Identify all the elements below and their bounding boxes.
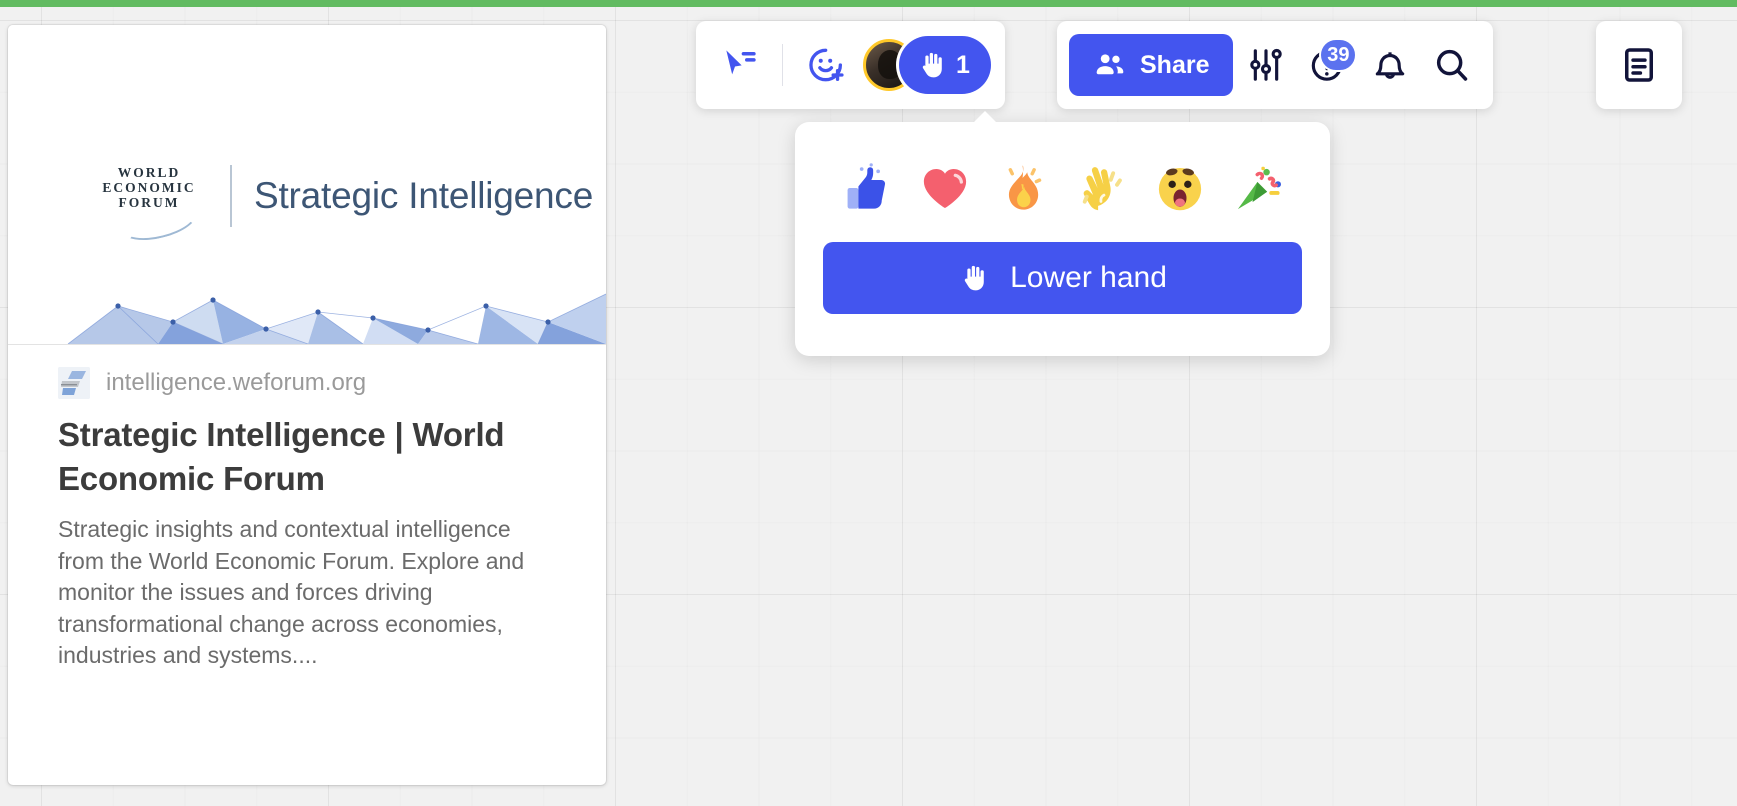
lockup-title: Strategic Intelligence xyxy=(254,175,594,216)
reactions-popover: Lower hand xyxy=(795,111,1330,356)
waving-hand-emoji xyxy=(1082,167,1122,211)
card-body: intelligence.weforum.org Strategic Intel… xyxy=(8,345,606,672)
notifications-button[interactable] xyxy=(1361,36,1419,94)
raised-hand-icon xyxy=(964,265,984,291)
astonished-face-emoji-button[interactable] xyxy=(1149,157,1211,219)
polygon-mesh-graphic xyxy=(67,293,606,344)
main-toolbar: 1 xyxy=(696,21,1005,109)
wef-logo-line-2: ECONOMIC xyxy=(102,180,196,195)
document-lines-icon xyxy=(1625,48,1653,82)
search-button[interactable] xyxy=(1423,36,1481,94)
party-popper-emoji-button[interactable] xyxy=(1228,157,1290,219)
bell-icon xyxy=(1376,52,1405,79)
settings-button[interactable] xyxy=(1237,36,1295,94)
heart-emoji-button[interactable] xyxy=(914,157,976,219)
fire-emoji xyxy=(1008,165,1042,210)
wef-logo-line-1: WORLD xyxy=(117,165,181,180)
card-source-url: intelligence.weforum.org xyxy=(106,369,367,396)
help-button[interactable]: 39 xyxy=(1299,36,1358,94)
actions-toolbar: Share 39 xyxy=(1057,21,1494,109)
wef-logo-lockup: WORLD ECONOMIC FORUM Strategic Intellige… xyxy=(90,165,594,247)
card-description: Strategic insights and contextual intell… xyxy=(58,516,525,669)
wef-logo-icon: WORLD ECONOMIC FORUM xyxy=(90,165,208,247)
fire-emoji-button[interactable] xyxy=(992,157,1054,219)
participants-stack: 1 xyxy=(863,36,991,94)
share-button-label: Share xyxy=(1140,50,1210,79)
notes-panel-button[interactable] xyxy=(1610,36,1668,94)
logo-divider xyxy=(230,165,232,227)
favicon-icon xyxy=(58,367,90,399)
party-popper-emoji xyxy=(1237,166,1281,210)
notes-toolbar xyxy=(1596,21,1682,109)
top-accent-bar xyxy=(0,0,1737,7)
help-badge-count: 39 xyxy=(1319,38,1358,72)
waving-hand-emoji-button[interactable] xyxy=(1071,157,1133,219)
heart-emoji xyxy=(923,169,966,209)
sliders-icon xyxy=(1250,48,1283,81)
pointer-select-button[interactable] xyxy=(710,36,768,94)
search-icon xyxy=(1437,49,1468,81)
thumbs-up-emoji-button[interactable] xyxy=(835,157,897,219)
emoji-reaction-row xyxy=(823,142,1302,230)
share-button[interactable]: Share xyxy=(1069,34,1234,96)
raised-hand-count: 1 xyxy=(956,50,970,79)
link-preview-card[interactable]: WORLD ECONOMIC FORUM Strategic Intellige… xyxy=(8,25,606,785)
card-hero-image: WORLD ECONOMIC FORUM Strategic Intellige… xyxy=(8,25,606,345)
toolbar-divider xyxy=(782,44,783,86)
raised-hand-button[interactable]: 1 xyxy=(899,36,991,94)
add-reaction-button[interactable] xyxy=(797,36,855,94)
smiley-plus-icon xyxy=(809,48,844,82)
thumbs-up-emoji xyxy=(847,163,886,209)
card-source-row: intelligence.weforum.org xyxy=(58,367,561,399)
card-title: Strategic Intelligence | World Economic … xyxy=(58,416,505,497)
lower-hand-button[interactable]: Lower hand xyxy=(823,242,1302,314)
astonished-face-emoji xyxy=(1159,167,1202,211)
raised-hand-icon xyxy=(922,52,942,78)
lower-hand-label: Lower hand xyxy=(1010,261,1167,294)
pointer-select-icon xyxy=(726,50,756,75)
people-icon xyxy=(1096,54,1124,75)
